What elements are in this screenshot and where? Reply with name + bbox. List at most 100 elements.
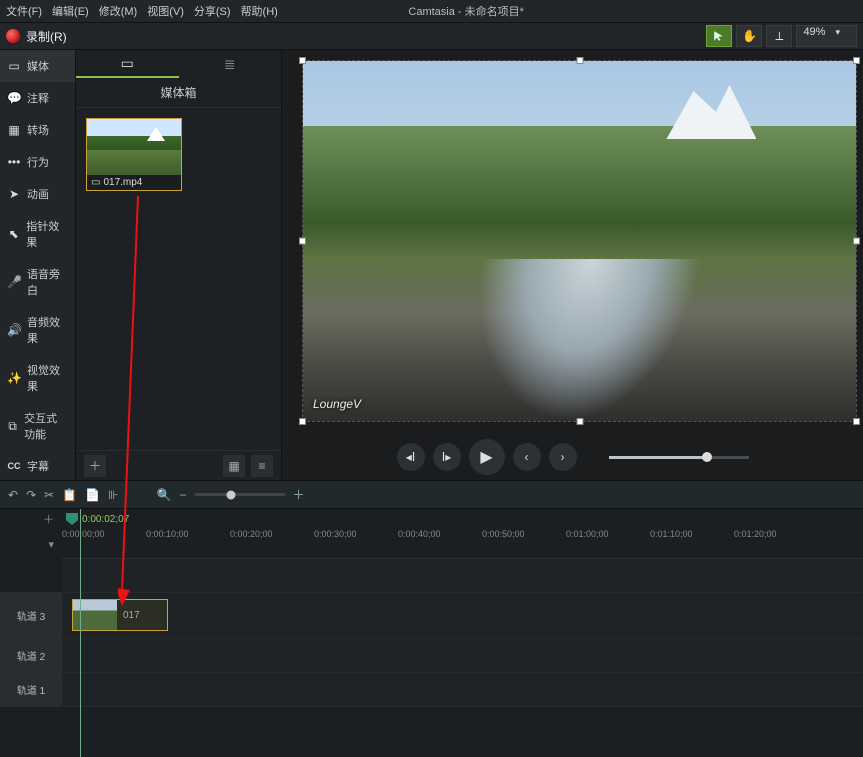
wand-icon: ✨ bbox=[7, 371, 21, 385]
volume-slider[interactable] bbox=[609, 456, 749, 459]
sidebar-item-interactive[interactable]: ⧉交互式功能 bbox=[0, 402, 75, 450]
cc-icon: CC bbox=[7, 461, 21, 471]
next-button[interactable]: › bbox=[549, 443, 577, 471]
ruler-label: 0:00:30;00 bbox=[314, 529, 398, 539]
sidebar-item-voice[interactable]: 🎤语音旁白 bbox=[0, 258, 75, 306]
workspace: ▭媒体 💬注释 ▦转场 •••行为 ➤动画 ⬉指针效果 🎤语音旁白 🔊音频效果 … bbox=[0, 50, 863, 480]
tool-sidebar: ▭媒体 💬注释 ▦转场 •••行为 ➤动画 ⬉指针效果 🎤语音旁白 🔊音频效果 … bbox=[0, 50, 76, 480]
track-body[interactable]: 017 bbox=[62, 593, 863, 638]
resize-handle[interactable] bbox=[299, 418, 306, 425]
menu-share[interactable]: 分享(S) bbox=[194, 3, 231, 19]
resize-handle[interactable] bbox=[299, 238, 306, 245]
redo-button[interactable]: ↷ bbox=[26, 488, 36, 502]
add-track-button[interactable]: ＋ bbox=[43, 511, 54, 527]
preview-column: LoungeV ◂Ⅰ Ⅰ▸ ▶ ‹ › bbox=[282, 50, 863, 480]
ruler-label: 0:01:20;00 bbox=[734, 529, 818, 539]
canvas-zoom-select[interactable]: 49% bbox=[796, 25, 857, 47]
timeline-zoom-slider[interactable] bbox=[195, 493, 285, 496]
ruler-label: 0:00:20;00 bbox=[230, 529, 314, 539]
copy-button[interactable]: 📋 bbox=[62, 488, 77, 502]
resize-handle[interactable] bbox=[853, 418, 860, 425]
preview-canvas[interactable]: LoungeV bbox=[302, 60, 857, 422]
next-frame-button[interactable]: Ⅰ▸ bbox=[433, 443, 461, 471]
track-row: 轨道 1 bbox=[0, 673, 863, 707]
tool-crop[interactable]: ⟂ bbox=[766, 25, 792, 47]
sidebar-item-audio[interactable]: 🔊音频效果 bbox=[0, 306, 75, 354]
resize-handle[interactable] bbox=[853, 238, 860, 245]
media-panel: ▭ ≣ 媒体箱 ▭017.mp4 ＋ ▦ ≡ bbox=[76, 50, 282, 480]
speaker-icon: 🔊 bbox=[7, 323, 21, 337]
view-list-button[interactable]: ≡ bbox=[251, 455, 273, 477]
sidebar-item-behavior[interactable]: •••行为 bbox=[0, 146, 75, 178]
animation-icon: ➤ bbox=[7, 187, 21, 201]
resize-handle[interactable] bbox=[853, 57, 860, 64]
sidebar-item-caption[interactable]: CC字幕 bbox=[0, 450, 75, 482]
media-item[interactable]: ▭017.mp4 bbox=[86, 118, 182, 191]
film-icon: ▭ bbox=[7, 59, 21, 73]
prev-frame-button[interactable]: ◂Ⅰ bbox=[397, 443, 425, 471]
sidebar-item-visual[interactable]: ✨视觉效果 bbox=[0, 354, 75, 402]
track-body[interactable] bbox=[62, 673, 863, 706]
media-thumbnail bbox=[87, 119, 181, 175]
menu-edit[interactable]: 编辑(E) bbox=[52, 3, 89, 19]
track-body[interactable] bbox=[62, 639, 863, 672]
timeline-ruler[interactable]: 0:00:00;00 0:00:10;00 0:00:20;00 0:00:30… bbox=[62, 529, 863, 559]
resize-handle[interactable] bbox=[576, 57, 583, 64]
menu-help[interactable]: 帮助(H) bbox=[241, 3, 278, 19]
panel-tab-library[interactable]: ≣ bbox=[179, 50, 282, 78]
clip-thumbnail bbox=[73, 600, 117, 630]
ruler-label: 0:01:10;00 bbox=[650, 529, 734, 539]
menu-bar: 文件(F) 编辑(E) 修改(M) 视图(V) 分享(S) 帮助(H) Camt… bbox=[0, 0, 863, 22]
menu-modify[interactable]: 修改(M) bbox=[99, 3, 138, 19]
track-row: 轨道 2 bbox=[0, 639, 863, 673]
ruler-label: 0:01:00;00 bbox=[566, 529, 650, 539]
split-button[interactable]: ⊪ bbox=[108, 488, 118, 502]
tool-pan[interactable]: ✋ bbox=[736, 25, 762, 47]
ruler-label: 0:00:40;00 bbox=[398, 529, 482, 539]
clip-name: 017 bbox=[117, 610, 140, 621]
interactive-icon: ⧉ bbox=[7, 419, 18, 434]
resize-handle[interactable] bbox=[299, 57, 306, 64]
track-row-spacer bbox=[0, 559, 863, 593]
zoom-out-button[interactable]: − bbox=[180, 488, 187, 502]
top-bar: 录制(R) ✋ ⟂ 49% bbox=[0, 22, 863, 50]
record-button[interactable]: 录制(R) bbox=[6, 28, 67, 45]
timeline: ＋ 0:00:02;07 ▾ 0:00:00;00 0:00:10;00 0:0… bbox=[0, 508, 863, 757]
menu-file[interactable]: 文件(F) bbox=[6, 3, 42, 19]
ruler-label: 0:00:50;00 bbox=[482, 529, 566, 539]
sidebar-item-cursor[interactable]: ⬉指针效果 bbox=[0, 210, 75, 258]
watermark: LoungeV bbox=[313, 397, 361, 411]
undo-button[interactable]: ↶ bbox=[8, 488, 18, 502]
preview-image: LoungeV bbox=[303, 61, 856, 421]
collapse-tracks-button[interactable]: ▾ bbox=[48, 538, 54, 551]
prev-button[interactable]: ‹ bbox=[513, 443, 541, 471]
sidebar-item-transition[interactable]: ▦转场 bbox=[0, 114, 75, 146]
transition-icon: ▦ bbox=[7, 123, 21, 137]
ruler-label: 0:00:10;00 bbox=[146, 529, 230, 539]
view-grid-button[interactable]: ▦ bbox=[223, 455, 245, 477]
record-label: 录制(R) bbox=[26, 28, 67, 45]
play-button[interactable]: ▶ bbox=[469, 439, 505, 475]
tool-select[interactable] bbox=[706, 25, 732, 47]
cut-button[interactable]: ✂ bbox=[44, 488, 54, 502]
add-media-button[interactable]: ＋ bbox=[84, 455, 106, 477]
timeline-clip[interactable]: 017 bbox=[72, 599, 168, 631]
sidebar-item-annotation[interactable]: 💬注释 bbox=[0, 82, 75, 114]
sidebar-item-animation[interactable]: ➤动画 bbox=[0, 178, 75, 210]
sidebar-item-media[interactable]: ▭媒体 bbox=[0, 50, 75, 82]
ruler-label: 0:00:00;00 bbox=[62, 529, 146, 539]
playback-controls: ◂Ⅰ Ⅰ▸ ▶ ‹ › bbox=[288, 430, 857, 476]
behavior-icon: ••• bbox=[7, 155, 21, 169]
media-item-name: 017.mp4 bbox=[103, 177, 142, 188]
zoom-search-icon: 🔍 bbox=[157, 488, 172, 502]
resize-handle[interactable] bbox=[576, 418, 583, 425]
cursor-icon: ⬉ bbox=[7, 227, 20, 241]
track-label[interactable]: 轨道 3 bbox=[0, 593, 62, 638]
menu-view[interactable]: 视图(V) bbox=[147, 3, 184, 19]
zoom-in-button[interactable]: ＋ bbox=[293, 486, 305, 503]
track-label[interactable]: 轨道 2 bbox=[0, 639, 62, 672]
playhead-flag[interactable] bbox=[66, 513, 78, 525]
paste-button[interactable]: 📄 bbox=[85, 488, 100, 502]
track-label[interactable]: 轨道 1 bbox=[0, 673, 62, 706]
panel-tab-media[interactable]: ▭ bbox=[76, 50, 179, 78]
